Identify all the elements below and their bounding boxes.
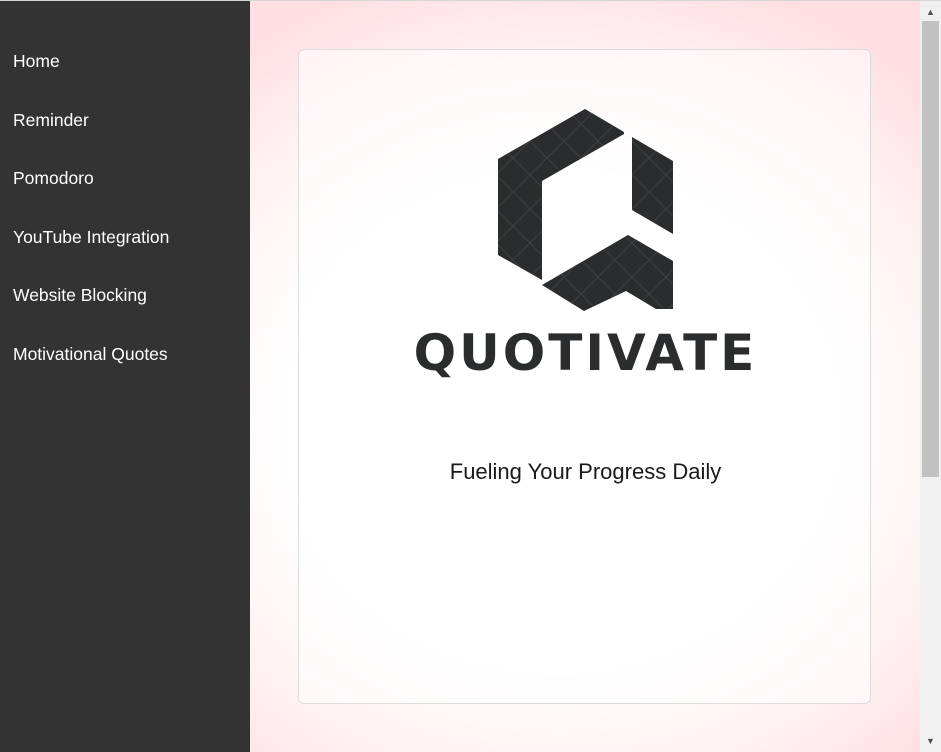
sidebar-item-reminder[interactable]: Reminder: [0, 99, 250, 158]
sidebar-item-motivational-quotes[interactable]: Motivational Quotes: [0, 333, 250, 392]
sidebar-nav: Home Reminder Pomodoro YouTube Integrati…: [0, 1, 250, 752]
sidebar-item-youtube-integration[interactable]: YouTube Integration: [0, 216, 250, 275]
scroll-up-arrow-icon[interactable]: ▲: [920, 4, 941, 20]
logo-shape: [498, 109, 673, 311]
vertical-scrollbar[interactable]: ▲ ▼: [920, 1, 941, 752]
sidebar-item-home[interactable]: Home: [0, 40, 250, 99]
quotivate-hexagon-logo-icon: [498, 109, 673, 311]
scroll-down-arrow-icon[interactable]: ▼: [920, 733, 941, 749]
tagline: Fueling Your Progress Daily: [449, 459, 722, 484]
main-content: QUOTIVATE Fueling Your Progress Daily: [250, 1, 920, 752]
hero-card: QUOTIVATE Fueling Your Progress Daily: [298, 49, 871, 704]
app-window: Home Reminder Pomodoro YouTube Integrati…: [0, 0, 941, 752]
scrollbar-thumb[interactable]: [922, 21, 939, 477]
sidebar-item-website-blocking[interactable]: Website Blocking: [0, 274, 250, 333]
brand-name: QUOTIVATE: [413, 324, 758, 382]
sidebar-item-pomodoro[interactable]: Pomodoro: [0, 157, 250, 216]
